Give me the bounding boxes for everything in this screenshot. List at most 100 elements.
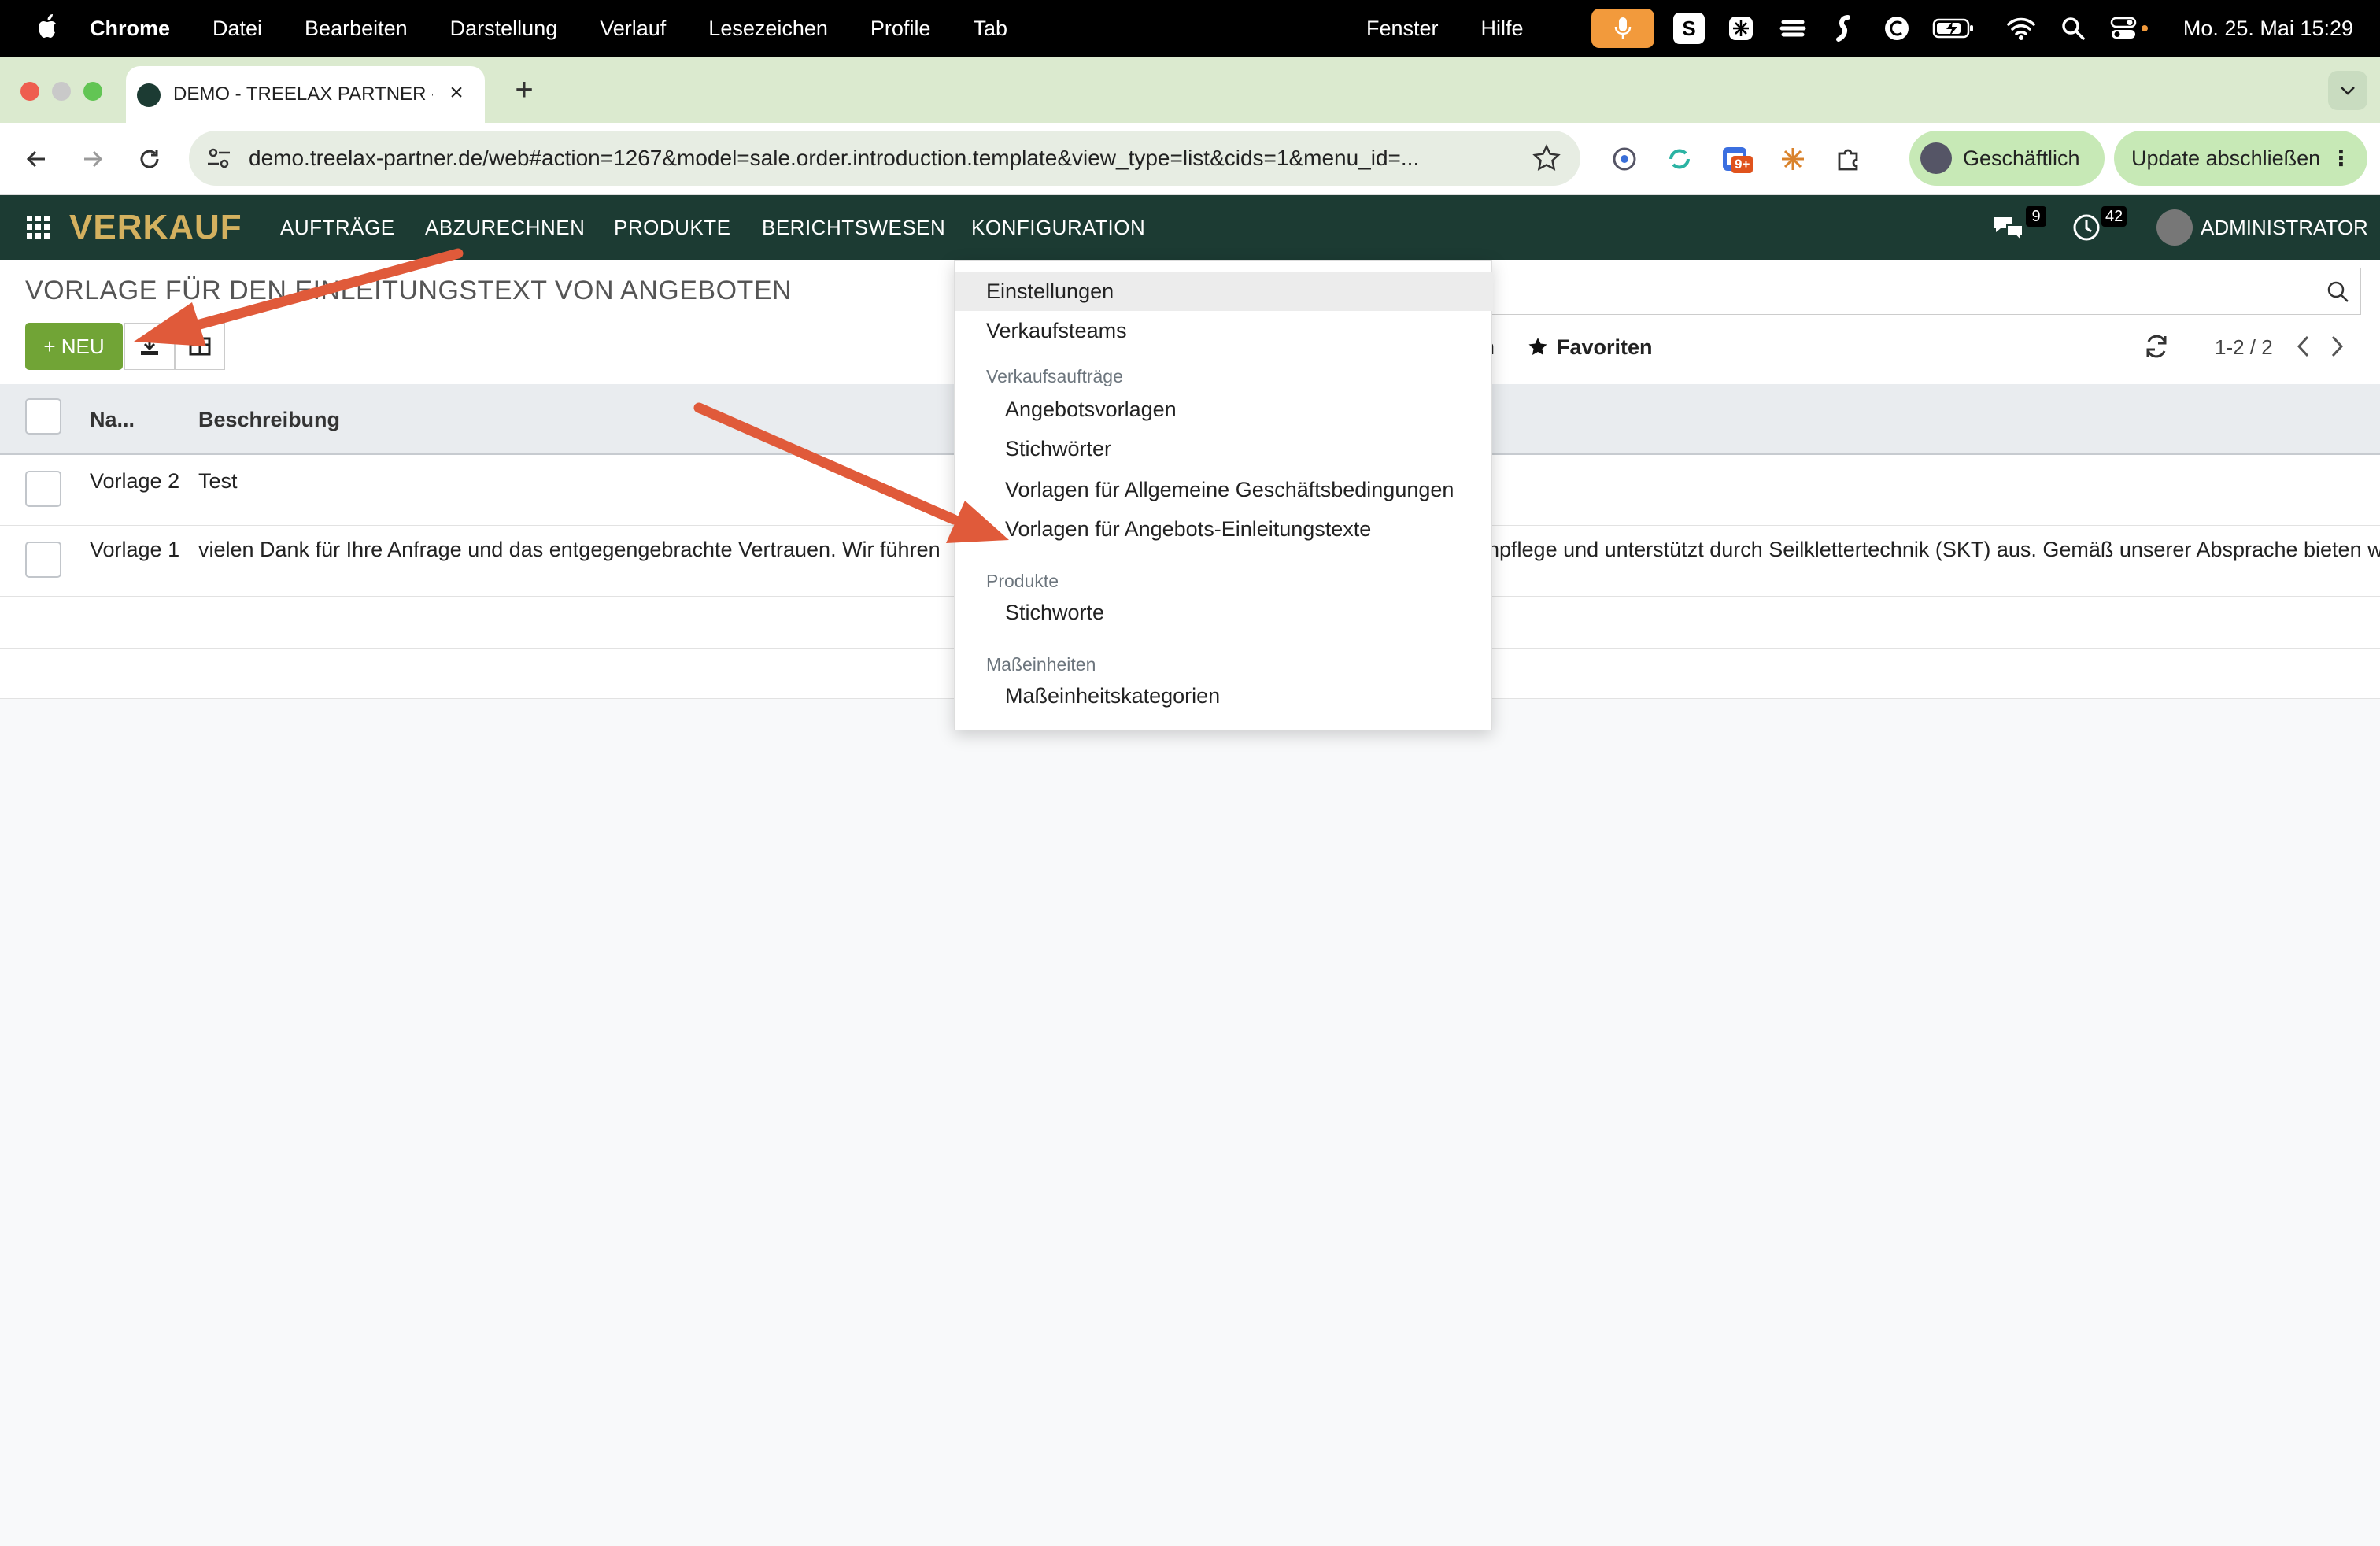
page-title: VORLAGE FÜR DEN EINLEITUNGSTEXT VON ANGE… xyxy=(25,276,793,305)
back-icon[interactable] xyxy=(17,140,55,178)
favorites-button[interactable]: Favoriten xyxy=(1527,327,1653,367)
window-zoom-button[interactable] xyxy=(83,82,102,101)
menu-item-stichworte[interactable]: Stichworte xyxy=(955,593,1493,632)
extensions-puzzle-icon[interactable] xyxy=(1832,143,1864,175)
menu-section-verkaufsauftraege: Verkaufsaufträge xyxy=(986,366,1123,386)
spreadsheet-view-button[interactable] xyxy=(175,323,225,370)
app-brand[interactable]: VERKAUF xyxy=(69,195,242,260)
menu-item-masseinheitskategorien[interactable]: Maßeinheitskategorien xyxy=(955,676,1493,716)
site-info-icon[interactable] xyxy=(205,144,233,172)
forward-icon[interactable] xyxy=(74,140,112,178)
flow-icon[interactable] xyxy=(1828,11,1862,46)
menu-lesezeichen[interactable]: Lesezeichen xyxy=(708,17,828,41)
menu-item-angebotsvorlagen[interactable]: Angebotsvorlagen xyxy=(955,390,1493,429)
c-circle-icon[interactable] xyxy=(1879,11,1914,46)
odoo-main-nav: VERKAUF AUFTRÄGE ABZURECHNEN PRODUKTE BE… xyxy=(0,195,2380,260)
nav-abzurechnen[interactable]: ABZURECHNEN xyxy=(425,195,585,260)
spotlight-icon[interactable] xyxy=(2056,11,2090,46)
column-header-description[interactable]: Beschreibung xyxy=(198,384,340,455)
nav-auftraege[interactable]: AUFTRÄGE xyxy=(280,195,395,260)
battery-icon xyxy=(1931,11,1975,46)
menu-item-einleitungstexte[interactable]: Vorlagen für Angebots-Einleitungstexte xyxy=(955,509,1493,549)
nav-produkte[interactable]: PRODUKTE xyxy=(614,195,730,260)
row-description: vielen Dank für Ihre Anfrage und das ent… xyxy=(198,538,941,561)
menu-item-einstellungen[interactable]: Einstellungen xyxy=(955,272,1493,311)
microphone-icon[interactable] xyxy=(1591,9,1654,48)
menu-item-verkaufsteams[interactable]: Verkaufsteams xyxy=(955,311,1493,350)
window-close-button[interactable] xyxy=(20,82,39,101)
apple-logo-icon[interactable] xyxy=(36,11,60,43)
stacks-icon[interactable] xyxy=(1776,11,1810,46)
menu-darstellung[interactable]: Darstellung xyxy=(450,17,558,41)
menu-bearbeiten[interactable]: Bearbeiten xyxy=(305,17,408,41)
select-all-checkbox[interactable] xyxy=(25,398,61,435)
tab-favicon-icon xyxy=(137,83,161,107)
s-app-icon[interactable]: S xyxy=(1672,11,1706,46)
apps-grid-icon[interactable] xyxy=(27,216,50,239)
row-checkbox[interactable] xyxy=(25,542,61,578)
bookmark-star-icon[interactable] xyxy=(1532,143,1561,173)
table-icon xyxy=(189,337,211,356)
browser-toolbar: demo.treelax-partner.de/web#action=1267&… xyxy=(0,123,2380,195)
window-minimize-button[interactable] xyxy=(52,82,71,101)
messages-badge: 9 xyxy=(2026,206,2046,227)
nav-konfiguration[interactable]: KONFIGURATION xyxy=(971,195,1145,260)
row-checkbox[interactable] xyxy=(25,471,61,507)
menu-datei[interactable]: Datei xyxy=(213,17,262,41)
star-icon xyxy=(1528,338,1547,355)
control-center-icon[interactable] xyxy=(2108,11,2152,46)
menu-section-masseinheiten: Maßeinheiten xyxy=(986,654,1096,675)
user-avatar[interactable] xyxy=(2156,209,2193,246)
reload-icon[interactable] xyxy=(131,140,168,178)
pager-next-icon[interactable] xyxy=(2325,332,2349,361)
perplexity-icon[interactable] xyxy=(1724,11,1758,46)
wifi-icon[interactable] xyxy=(2004,11,2038,46)
menu-verlauf[interactable]: Verlauf xyxy=(600,17,666,41)
browser-tab[interactable]: DEMO - TREELAX PARTNER - × xyxy=(126,66,485,123)
nav-berichtswesen[interactable]: BERICHTSWESEN xyxy=(762,195,945,260)
activities-badge: 42 xyxy=(2101,206,2127,227)
search-input[interactable] xyxy=(1488,268,2361,315)
row-name: Vorlage 2 xyxy=(90,469,180,493)
profile-button[interactable]: Geschäftlich xyxy=(1909,131,2105,186)
update-button[interactable]: Update abschließen ⋮ xyxy=(2114,131,2367,186)
activities-clock-icon[interactable] xyxy=(2071,213,2101,242)
menu-item-stichwoerter[interactable]: Stichwörter xyxy=(955,429,1493,468)
menu-item-agb-vorlagen[interactable]: Vorlagen für Allgemeine Geschäftsbedingu… xyxy=(955,470,1493,509)
calendar-extension-icon[interactable]: 9+ xyxy=(1719,143,1754,175)
address-bar[interactable]: demo.treelax-partner.de/web#action=1267&… xyxy=(189,131,1580,186)
tab-close-icon[interactable]: × xyxy=(442,79,471,107)
update-label: Update abschließen xyxy=(2131,146,2321,170)
tab-title: DEMO - TREELAX PARTNER - xyxy=(173,83,433,105)
refresh-icon[interactable] xyxy=(2142,332,2171,361)
import-button[interactable] xyxy=(124,323,175,370)
search-icon[interactable] xyxy=(2326,279,2351,305)
more-menu-icon[interactable]: ⋮ xyxy=(2330,131,2352,186)
row-description-continued: npflege und unterstützt durch Seilklette… xyxy=(1488,538,2380,561)
pager-previous-icon[interactable] xyxy=(2292,332,2315,361)
claude-extension-icon[interactable] xyxy=(1777,143,1809,175)
menu-profile[interactable]: Profile xyxy=(870,17,931,41)
row-name: Vorlage 1 xyxy=(90,538,180,561)
sync-extension-icon[interactable] xyxy=(1664,143,1695,175)
menu-app-name[interactable]: Chrome xyxy=(90,17,170,41)
column-header-name[interactable]: Na... xyxy=(90,384,135,455)
user-menu[interactable]: ADMINISTRATOR xyxy=(2201,195,2368,260)
messages-icon[interactable] xyxy=(1991,213,2026,244)
menu-bar-clock[interactable]: Mo. 25. Mai 15:29 xyxy=(2183,0,2353,57)
profile-label: Geschäftlich xyxy=(1963,146,2080,170)
url-text[interactable]: demo.treelax-partner.de/web#action=1267&… xyxy=(249,131,1508,186)
new-button[interactable]: + NEU xyxy=(25,323,123,370)
download-icon xyxy=(141,338,158,355)
macos-menu-bar: Chrome Datei Bearbeiten Darstellung Verl… xyxy=(0,0,2380,57)
profile-avatar xyxy=(1920,142,1952,174)
extension-badge: 9+ xyxy=(1731,156,1754,173)
menu-hilfe[interactable]: Hilfe xyxy=(1481,17,1524,41)
tab-search-chevron-icon[interactable] xyxy=(2328,71,2367,110)
new-tab-button[interactable]: + xyxy=(504,69,545,110)
pager-value[interactable]: 1-2 / 2 xyxy=(2215,327,2273,367)
menu-fenster[interactable]: Fenster xyxy=(1366,17,1439,41)
menu-tab[interactable]: Tab xyxy=(973,17,1007,41)
favorites-label: Favoriten xyxy=(1557,335,1653,359)
password-manager-icon[interactable] xyxy=(1609,143,1640,175)
